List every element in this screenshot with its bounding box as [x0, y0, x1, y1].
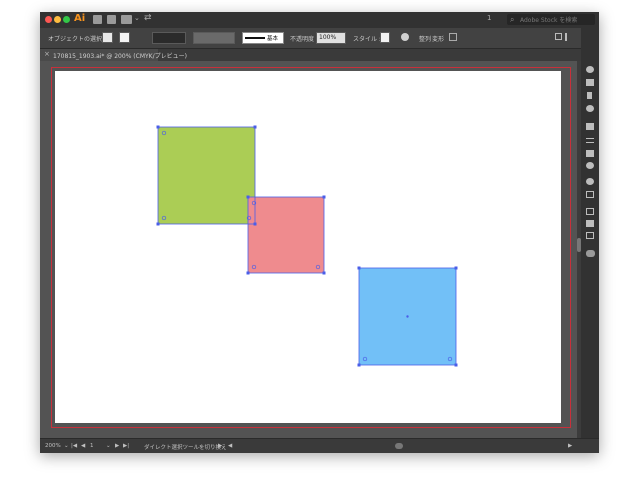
status-tool-hint[interactable]: ダイレクト選択ツールを切り換え	[144, 443, 227, 451]
selection-label: オブジェクトの選択	[48, 36, 103, 43]
arrange-documents-icon[interactable]	[121, 15, 132, 24]
control-bar: オブジェクトの選択 基本 不透明度 100% スタイル : 整列 変形 »	[40, 28, 599, 49]
anchor-point[interactable]	[246, 271, 250, 275]
anchor-point[interactable]	[156, 125, 160, 129]
close-icon[interactable]: ×	[44, 50, 50, 58]
illustrator-logo: Ai	[74, 13, 86, 24]
anchor-point[interactable]	[246, 195, 250, 199]
scroll-left-arrow[interactable]: ◀	[228, 443, 232, 449]
pink-square[interactable]	[248, 197, 324, 273]
minimize-window-button[interactable]	[54, 16, 61, 23]
artwork-layer	[156, 125, 458, 367]
horizontal-scroll-thumb[interactable]	[395, 443, 403, 449]
bridge-icon[interactable]	[93, 15, 102, 24]
scroll-right-arrow[interactable]: ▶	[568, 443, 572, 449]
color-panel-icon[interactable]	[586, 66, 594, 73]
workspace-number[interactable]: 1	[487, 14, 491, 22]
anchor-point[interactable]	[322, 195, 326, 199]
anchor-point[interactable]	[322, 271, 326, 275]
brush-definition-field[interactable]: 基本	[242, 32, 284, 44]
illustrator-window: Ai ⌄ ⇄ 1 ⌕ Adobe Stock を検索 オブジェクトの選択 基本 …	[40, 12, 599, 453]
panel-menu-icon[interactable]	[555, 33, 562, 40]
recolor-icon[interactable]	[401, 33, 409, 41]
brushes-panel-icon[interactable]	[587, 92, 592, 99]
document-tab-bar: × 170815_1903.ai* @ 200% (CMYK/プレビュー)	[40, 49, 599, 61]
status-bar: 200% ⌄ |◀ ◀ 1 ⌄ ▶ ▶| ダイレクト選択ツールを切り換え ▶ ◀…	[40, 438, 599, 453]
stock-search-input[interactable]: ⌕ Adobe Stock を検索	[507, 14, 595, 25]
variable-width-field[interactable]	[193, 32, 235, 44]
panel-dock	[581, 28, 599, 452]
layers-panel-icon[interactable]	[586, 220, 594, 227]
anchor-point[interactable]	[454, 363, 458, 367]
document-tab[interactable]: × 170815_1903.ai* @ 200% (CMYK/プレビュー)	[40, 49, 187, 61]
anchor-point[interactable]	[357, 363, 361, 367]
close-window-button[interactable]	[45, 16, 52, 23]
swatches-panel-icon[interactable]	[586, 79, 594, 86]
next-artboard-button[interactable]: ▶	[115, 443, 119, 449]
stock-icon[interactable]	[107, 15, 116, 24]
style-label: スタイル :	[353, 36, 381, 43]
anchor-point[interactable]	[253, 222, 257, 226]
anchor-point[interactable]	[357, 266, 361, 270]
opacity-label: 不透明度	[290, 36, 315, 43]
anchor-point[interactable]	[156, 222, 160, 226]
image-trace-panel-icon[interactable]	[586, 191, 594, 198]
chevron-down-icon[interactable]: ⌄	[134, 14, 140, 22]
stroke-weight-field[interactable]	[152, 32, 186, 44]
search-icon: ⌕	[510, 15, 515, 24]
search-placeholder: Adobe Stock を検索	[520, 17, 578, 24]
control-options-icon[interactable]	[565, 33, 571, 41]
stroke-icon[interactable]	[119, 32, 130, 43]
graphic-styles-panel-icon[interactable]	[586, 123, 594, 130]
canvas-area[interactable]	[40, 61, 577, 438]
status-menu-arrow[interactable]: ▶	[218, 443, 222, 449]
opacity-value: 100%	[319, 34, 337, 41]
gradient-panel-icon[interactable]	[586, 150, 594, 157]
sync-icon[interactable]: ⇄	[144, 13, 152, 23]
isolate-icon[interactable]	[449, 33, 457, 41]
chevron-down-icon[interactable]: ⌄	[64, 443, 69, 449]
stroke-style-label: 基本	[267, 36, 279, 42]
first-artboard-button[interactable]: |◀	[71, 443, 77, 449]
opacity-field[interactable]: 100%	[316, 32, 346, 44]
fill-icon[interactable]	[102, 32, 113, 43]
appearance-panel-icon[interactable]	[586, 178, 594, 185]
symbols-panel-icon[interactable]	[586, 105, 594, 112]
artboards-panel-icon[interactable]	[586, 232, 594, 239]
graphic-style-swatch[interactable]	[380, 32, 390, 43]
previous-artboard-button[interactable]: ◀	[81, 443, 85, 449]
anchor-point[interactable]	[253, 125, 257, 129]
anchor-point[interactable]	[454, 266, 458, 270]
zoom-window-button[interactable]	[63, 16, 70, 23]
export-panel-icon[interactable]	[586, 208, 594, 215]
title-bar: Ai ⌄ ⇄ 1 ⌕ Adobe Stock を検索	[40, 12, 599, 28]
stroke-line	[245, 37, 265, 39]
libraries-panel-icon[interactable]	[586, 250, 595, 257]
transparency-panel-icon[interactable]	[586, 162, 594, 169]
green-square[interactable]	[158, 127, 255, 224]
chevron-down-icon[interactable]: ⌄	[106, 443, 111, 449]
align-button[interactable]: 整列	[419, 34, 431, 43]
transform-button[interactable]: 変形	[432, 34, 444, 43]
stroke-panel-icon[interactable]	[586, 138, 594, 143]
document-title: 170815_1903.ai* @ 200% (CMYK/プレビュー)	[53, 53, 187, 60]
center-point	[406, 315, 409, 318]
zoom-level[interactable]: 200%	[45, 443, 61, 449]
last-artboard-button[interactable]: ▶|	[123, 443, 129, 449]
artboard-number[interactable]: 1	[90, 443, 94, 449]
